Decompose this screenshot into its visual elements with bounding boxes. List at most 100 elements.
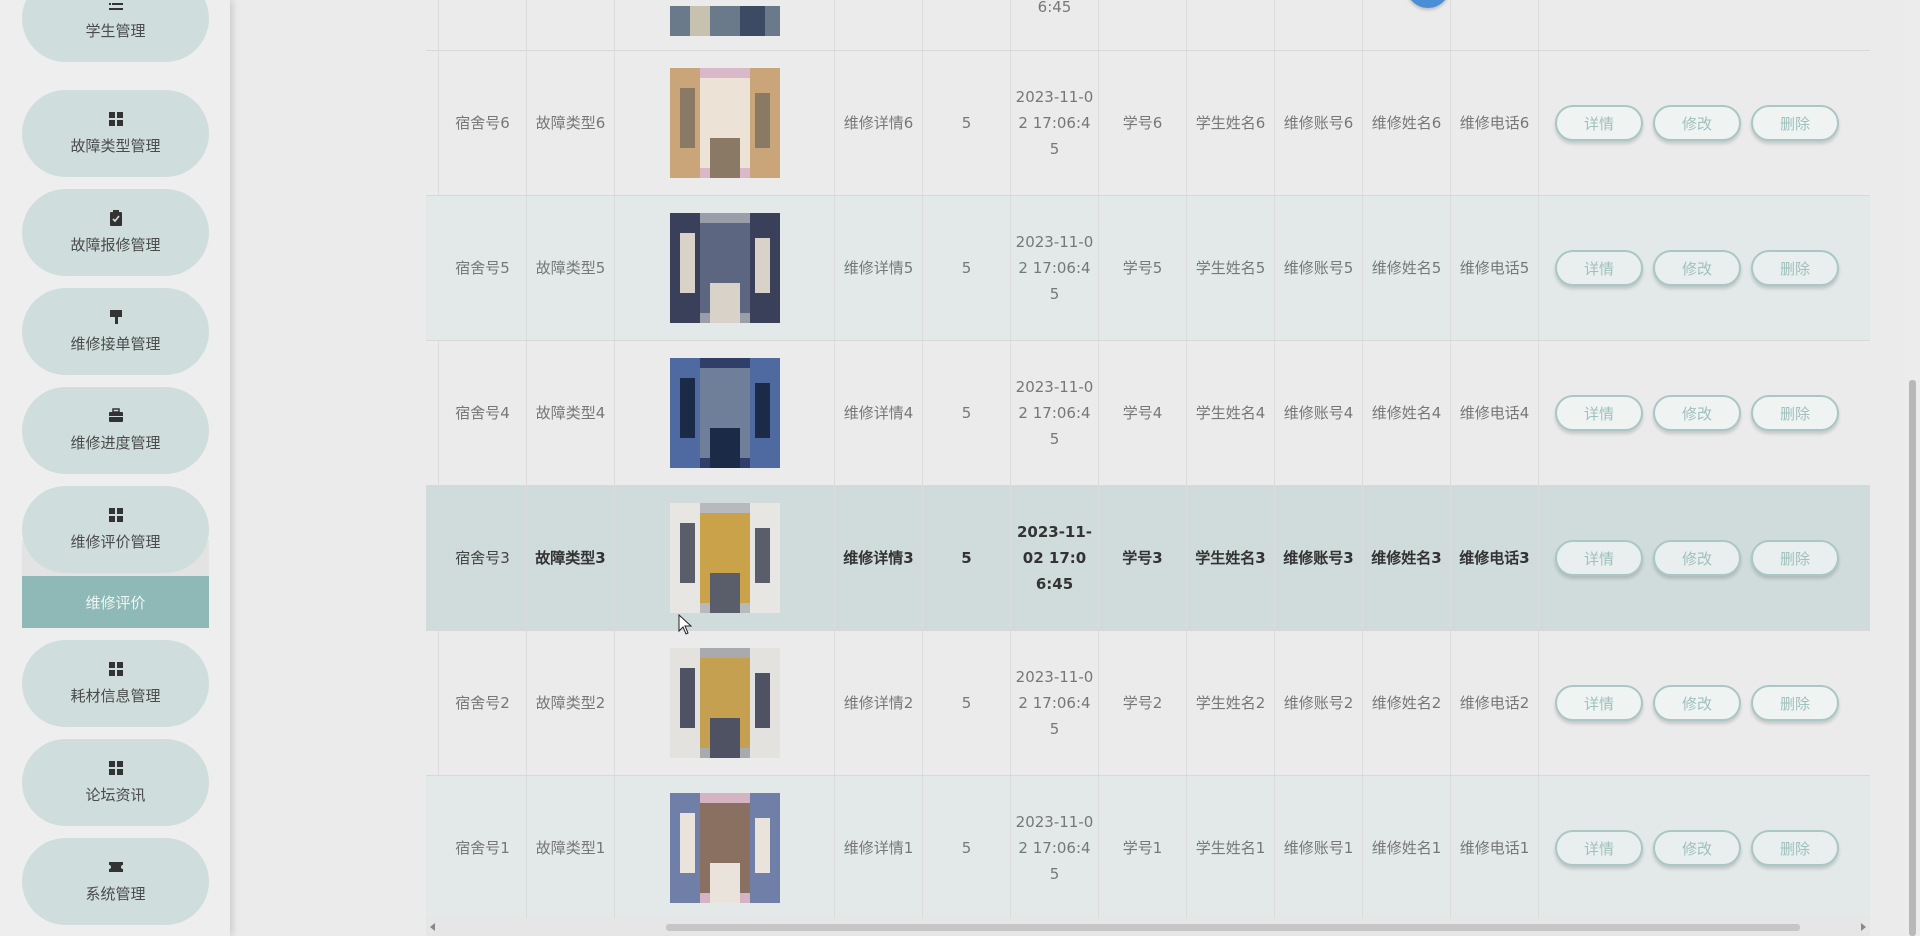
detail-button[interactable]: 详情 [1555,830,1643,866]
detail-button[interactable]: 详情 [1555,685,1643,721]
repair-phone-cell: 维修电话1 [1451,776,1539,918]
vertical-scroll-thumb[interactable] [1909,380,1916,936]
table-row: 宿舍号5 故障类型5 维修详情5 5 2023-11-02 17:06:45 学号5 学生姓… [426,196,1870,341]
sidebar-item-system-management[interactable]: 系统管理 [22,838,209,925]
dorm-cell: 宿舍号2 [439,631,527,775]
vertical-scrollbar[interactable] [1904,0,1920,936]
time-cell: 2023-11-02 17:06:45 [1011,196,1099,340]
time-cell: 6:45 [1011,0,1099,50]
submenu-item-repair-evaluation[interactable]: 维修评价 [22,576,209,628]
sidebar-item-student-management[interactable]: 学生管理 [22,0,209,62]
sidebar-item-label: 维修评价管理 [70,533,161,551]
list-icon [108,3,123,10]
sidebar-item-label: 耗材信息管理 [70,687,161,705]
row-actions: 详情 修改 删除 [1555,631,1849,775]
table-row: 宿舍号6 故障类型6 维修详情6 5 2023-11-02 17:06:45 学号6 学生姓… [426,51,1870,196]
student-no-cell: 学号1 [1099,776,1187,918]
repair-name-cell: 维修姓名3 [1363,486,1451,630]
scroll-right-arrow-icon[interactable] [1861,923,1866,931]
fault-type-cell: 故障类型1 [527,776,615,918]
horizontal-scrollbar[interactable] [426,918,1870,936]
score-cell: 5 [923,341,1011,485]
delete-button[interactable]: 删除 [1751,685,1839,721]
fault-photo[interactable] [669,213,780,323]
fault-photo[interactable] [669,793,780,903]
row-actions: 详情 修改 删除 [1555,51,1849,195]
repair-phone-cell: 维修电话2 [1451,631,1539,775]
repair-account-cell: 维修账号6 [1275,51,1363,195]
repair-detail-cell: 维修详情2 [835,631,923,775]
time-cell: 2023-11-02 17:06:45 [1011,776,1099,918]
fault-type-cell: 故障类型4 [527,341,615,485]
student-no-cell: 学号3 [1099,486,1187,630]
delete-button[interactable]: 删除 [1751,540,1839,576]
score-cell: 5 [923,196,1011,340]
student-name-cell: 学生姓名5 [1187,196,1275,340]
repair-detail-cell: 维修详情4 [835,341,923,485]
sidebar-item-label: 学生管理 [85,22,146,40]
fault-photo[interactable] [669,648,780,758]
detail-button[interactable]: 详情 [1555,395,1643,431]
edit-button[interactable]: 修改 [1653,395,1741,431]
horizontal-scroll-thumb[interactable] [666,924,1800,931]
repair-detail-cell: 维修详情1 [835,776,923,918]
fault-type-cell: 故障类型3 [527,486,615,630]
delete-button[interactable]: 删除 [1751,105,1839,141]
table-row: 宿舍号2 故障类型2 维修详情2 5 2023-11-02 17:06:45 学号2 学生姓… [426,631,1870,776]
edit-button[interactable]: 修改 [1653,830,1741,866]
repair-name-cell: 维修姓名1 [1363,776,1451,918]
mouse-cursor-icon [678,614,693,635]
sidebar-item-repair-progress-management[interactable]: 维修进度管理 [22,387,209,474]
table-row: 宿舍号4 故障类型4 维修详情4 5 2023-11-02 17:06:45 学号4 学生姓… [426,341,1870,486]
detail-button[interactable]: 详情 [1555,540,1643,576]
dorm-cell: 宿舍号6 [439,51,527,195]
detail-button[interactable]: 详情 [1555,250,1643,286]
sidebar-item-repair-evaluation-management[interactable]: 维修评价管理 [22,486,209,573]
repair-phone-cell: 维修电话4 [1451,341,1539,485]
delete-button[interactable]: 删除 [1751,395,1839,431]
time-cell: 2023-11-02 17:06:45 [1011,51,1099,195]
sidebar: 学生管理 故障类型管理 故障报修管理 维修接单管理 维修进度管理 维修评价管理 … [0,0,230,936]
student-no-cell: 学号4 [1099,341,1187,485]
photo-cell [615,631,835,775]
row-actions: 详情 修改 删除 [1555,196,1849,340]
row-actions: 详情 修改 删除 [1555,486,1849,630]
edit-button[interactable]: 修改 [1653,105,1741,141]
sidebar-item-fault-type-management[interactable]: 故障类型管理 [22,90,209,177]
repair-detail-cell: 维修详情6 [835,51,923,195]
time-cell: 2023-11-02 17:06:45 [1011,631,1099,775]
grid-icon [108,508,123,522]
delete-button[interactable]: 删除 [1751,830,1839,866]
sidebar-item-fault-report-management[interactable]: 故障报修管理 [22,189,209,276]
detail-button[interactable]: 详情 [1555,105,1643,141]
clipboard-check-icon [109,210,122,226]
grid-icon [108,112,123,126]
dorm-cell: 宿舍号4 [439,341,527,485]
sidebar-item-consumables-management[interactable]: 耗材信息管理 [22,640,209,727]
repair-phone-cell: 维修电话3 [1451,486,1539,630]
grid-icon [108,662,123,676]
student-no-cell: 学号2 [1099,631,1187,775]
fault-photo[interactable] [669,503,780,613]
repair-phone-cell: 维修电话5 [1451,196,1539,340]
photo-cell [615,196,835,340]
fault-type-cell: 故障类型5 [527,196,615,340]
fault-type-cell: 故障类型6 [527,51,615,195]
repair-account-cell: 维修账号2 [1275,631,1363,775]
delete-button[interactable]: 删除 [1751,250,1839,286]
repair-detail-cell: 维修详情3 [835,486,923,630]
sidebar-item-forum-news[interactable]: 论坛资讯 [22,739,209,826]
ticket-icon [108,862,123,872]
repair-account-cell: 维修账号1 [1275,776,1363,918]
student-name-cell: 学生姓名2 [1187,631,1275,775]
fault-photo[interactable] [669,358,780,468]
edit-button[interactable]: 修改 [1653,250,1741,286]
sidebar-item-label: 论坛资讯 [85,786,146,804]
score-cell: 5 [923,51,1011,195]
fault-photo[interactable] [669,68,780,178]
sidebar-item-repair-order-management[interactable]: 维修接单管理 [22,288,209,375]
scroll-left-arrow-icon[interactable] [430,923,435,931]
brush-icon [109,310,122,324]
edit-button[interactable]: 修改 [1653,540,1741,576]
edit-button[interactable]: 修改 [1653,685,1741,721]
